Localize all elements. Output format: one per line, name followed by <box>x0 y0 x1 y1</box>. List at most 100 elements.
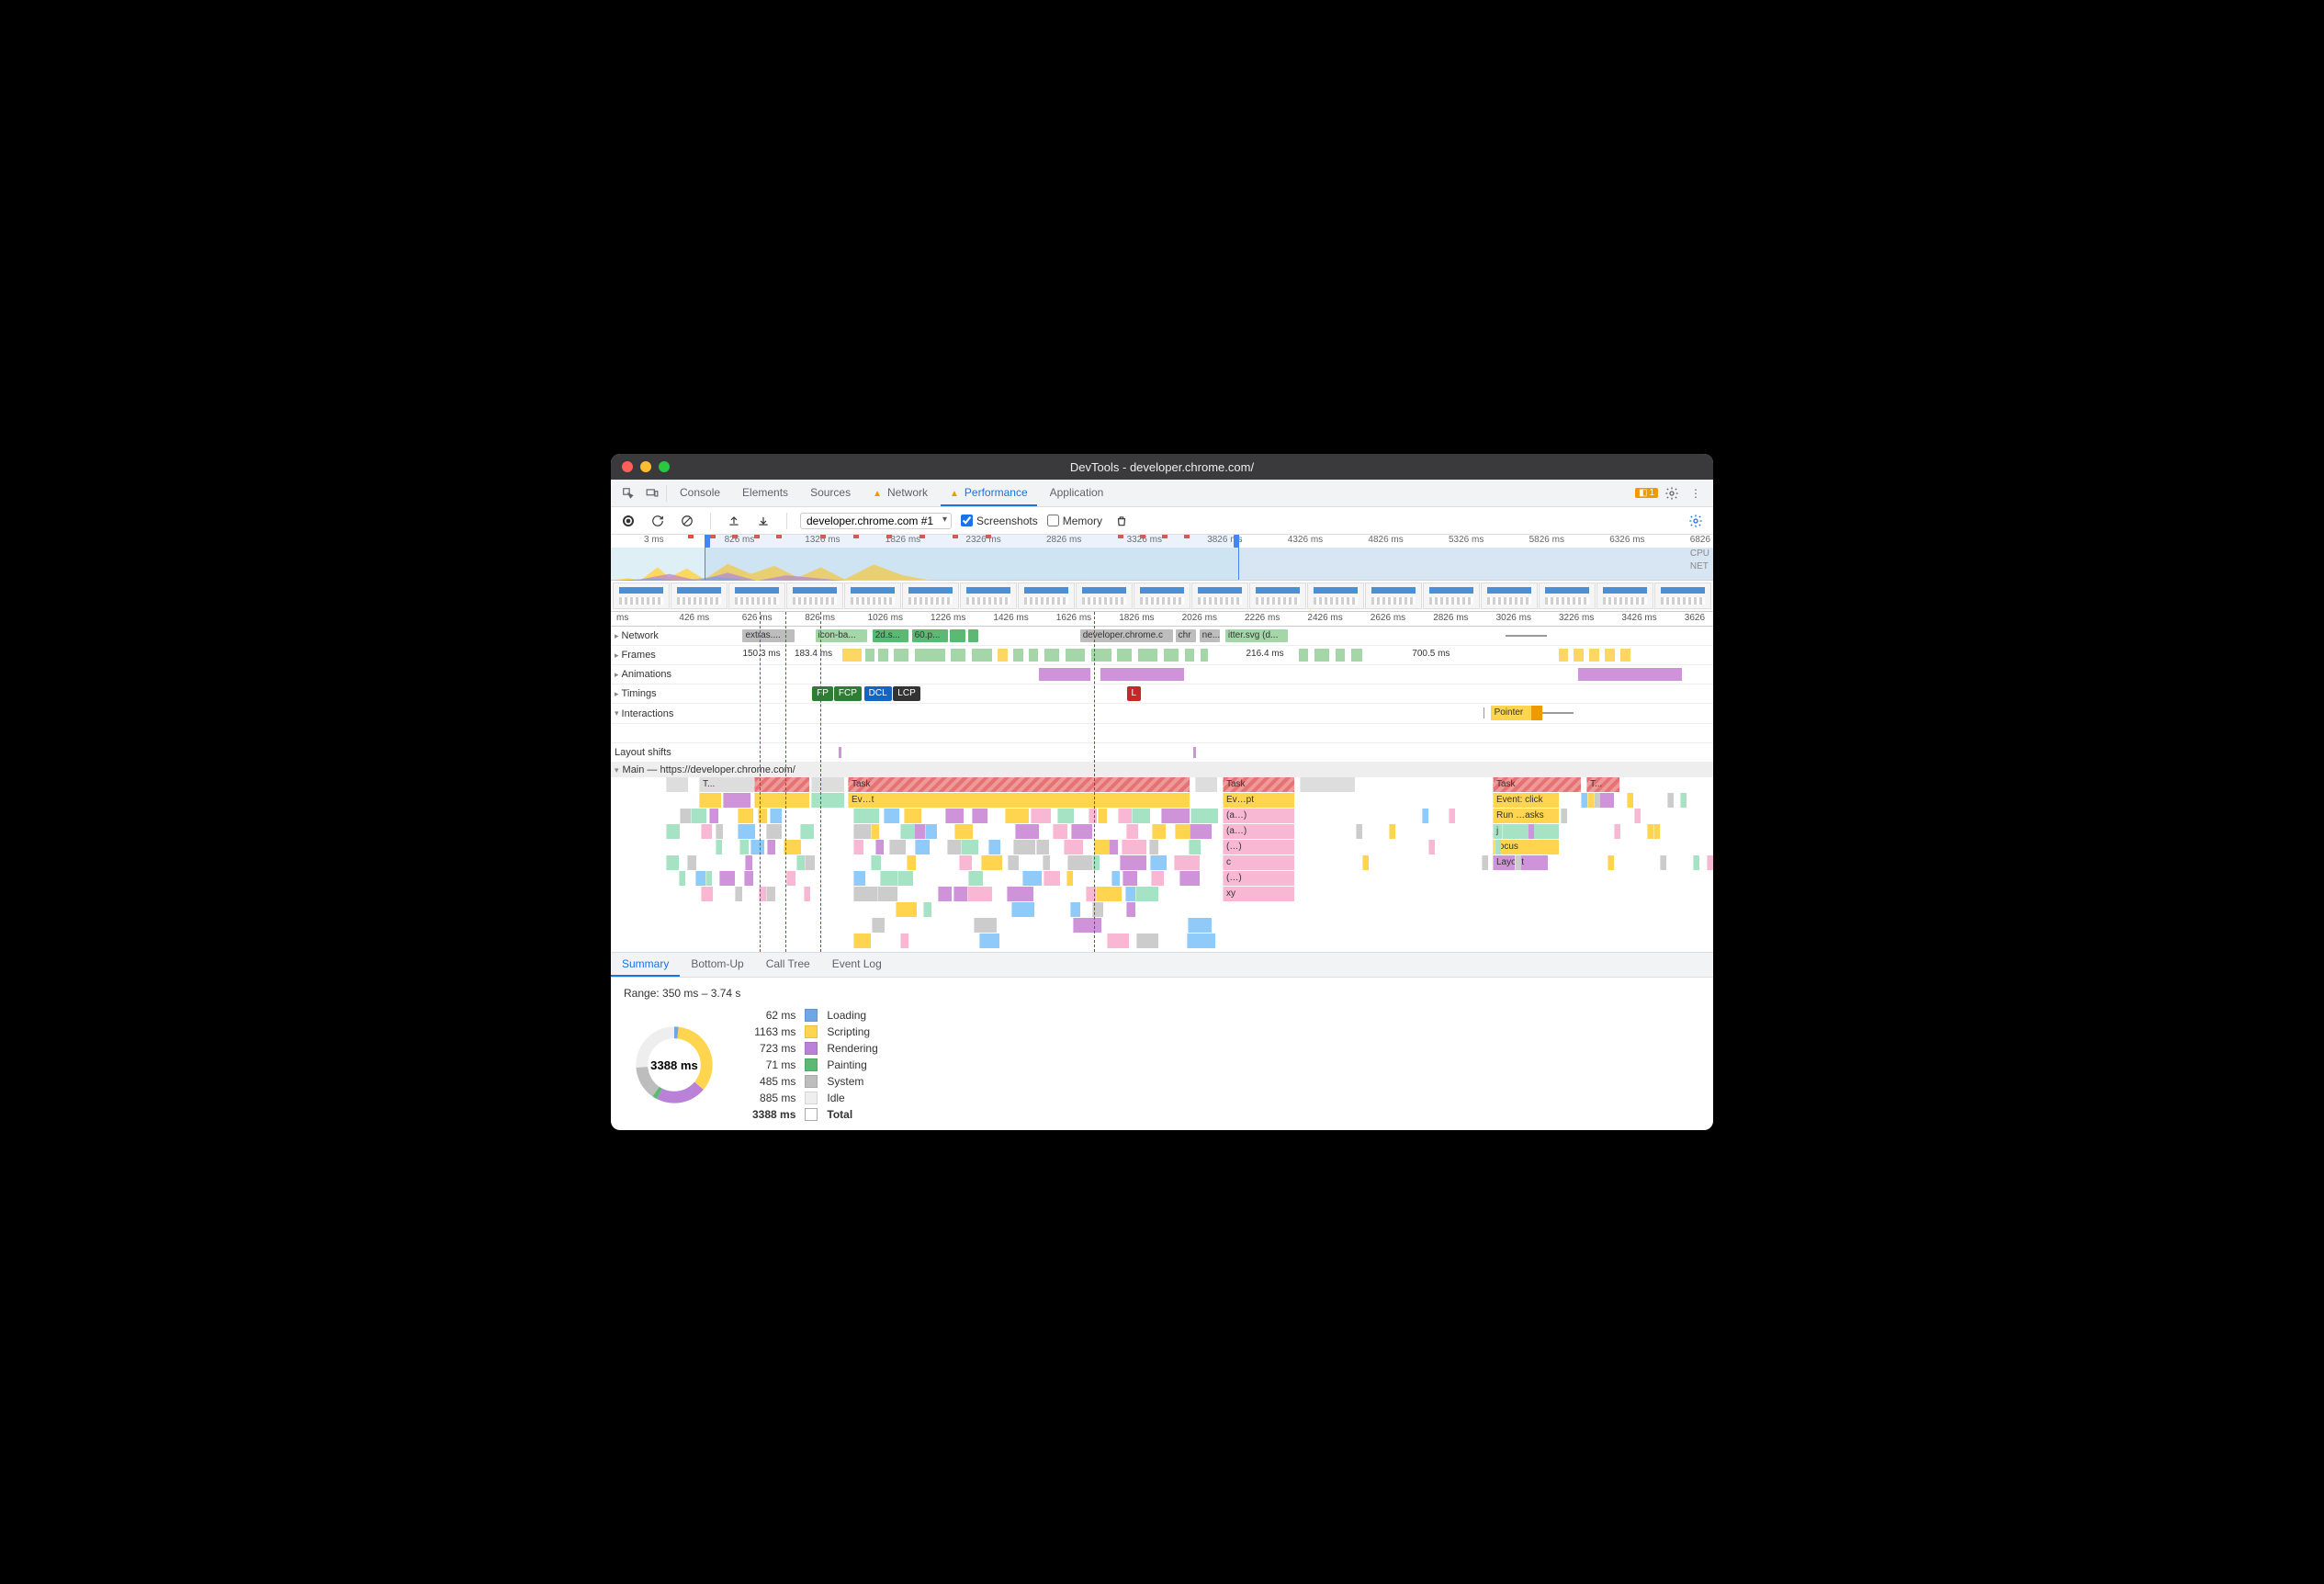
selection-handle-left[interactable] <box>705 535 710 548</box>
pointer-interaction[interactable]: Pointer <box>1491 706 1542 720</box>
interactions-track[interactable]: ▾Interactions Pointer <box>611 704 1713 724</box>
capture-settings-icon[interactable] <box>1686 511 1706 531</box>
timing-badge-fp[interactable]: FP <box>812 686 833 701</box>
details-tab-summary[interactable]: Summary <box>611 953 680 977</box>
issues-count: 1 <box>1649 488 1654 498</box>
overview-selection[interactable] <box>705 535 1239 580</box>
screenshot-thumb[interactable] <box>613 583 670 609</box>
screenshots-checkbox[interactable] <box>961 515 973 526</box>
timing-badge-lcp[interactable]: LCP <box>893 686 919 701</box>
screenshot-thumb[interactable] <box>1191 583 1248 609</box>
issues-badge[interactable]: ◧1 <box>1635 488 1658 498</box>
more-menu-icon[interactable]: ⋮ <box>1686 483 1706 503</box>
screenshot-thumb[interactable] <box>1481 583 1538 609</box>
flame-chart[interactable]: T... Task Task Task T... Ev…t Ev…pt Even… <box>611 777 1713 952</box>
flame-event-click[interactable]: Event: click <box>1493 793 1559 808</box>
flame-event[interactable]: Ev…t <box>848 793 1190 808</box>
save-profile-icon[interactable] <box>753 511 773 531</box>
flame-task[interactable]: Task <box>1223 777 1294 792</box>
network-request[interactable]: chr <box>1176 629 1197 642</box>
tab-application[interactable]: Application <box>1041 480 1113 506</box>
network-request[interactable] <box>950 629 965 642</box>
network-track-label: Network <box>622 630 659 641</box>
tab-network[interactable]: Network <box>863 480 937 506</box>
screenshot-thumb[interactable] <box>1423 583 1480 609</box>
screenshot-thumb[interactable] <box>1539 583 1596 609</box>
details-tab-bottom-up[interactable]: Bottom-Up <box>680 953 754 977</box>
overview-pane[interactable]: 3 ms826 ms1326 ms1826 ms2326 ms2826 ms33… <box>611 535 1713 581</box>
details-tab-event-log[interactable]: Event Log <box>821 953 893 977</box>
network-request[interactable]: 60.p... <box>912 629 949 642</box>
recording-select[interactable]: developer.chrome.com #1 <box>800 513 952 529</box>
legend-name: Scripting <box>827 1025 877 1038</box>
legend-swatch <box>805 1108 818 1121</box>
details-tab-call-tree[interactable]: Call Tree <box>755 953 821 977</box>
device-toggle-icon[interactable] <box>642 483 662 503</box>
tab-console[interactable]: Console <box>671 480 729 506</box>
inspect-element-icon[interactable] <box>618 483 638 503</box>
selection-handle-right[interactable] <box>1234 535 1239 548</box>
screenshot-thumb[interactable] <box>902 583 959 609</box>
timing-badge-dcl[interactable]: DCL <box>864 686 892 701</box>
screenshot-thumb[interactable] <box>1596 583 1653 609</box>
flame-task[interactable]: Task <box>1493 777 1581 792</box>
reload-record-button[interactable] <box>648 511 668 531</box>
screenshot-thumb[interactable] <box>1076 583 1133 609</box>
screenshot-thumb[interactable] <box>1654 583 1711 609</box>
timing-badge-fcp[interactable]: FCP <box>834 686 862 701</box>
legend-name: Loading <box>827 1009 877 1022</box>
network-request[interactable]: itter.svg (d... <box>1225 629 1288 642</box>
network-request[interactable]: extras.... <box>742 629 795 642</box>
screenshot-thumb[interactable] <box>786 583 843 609</box>
summary-panel: Range: 350 ms – 3.74 s 3388 ms 62 msLoad… <box>611 978 1713 1130</box>
frames-track[interactable]: ▸Frames 150.3 ms 183.4 ms 216.4 ms 700.5… <box>611 646 1713 665</box>
main-thread-label: Main — https://developer.chrome.com/ <box>623 764 795 775</box>
legend-ms: 723 ms <box>752 1042 795 1055</box>
screenshot-thumb[interactable] <box>960 583 1017 609</box>
timings-track[interactable]: ▸Timings FPFCPDCLLCPL <box>611 685 1713 704</box>
screenshots-strip[interactable] <box>611 581 1713 612</box>
settings-gear-icon[interactable] <box>1662 483 1682 503</box>
donut-center-label: 3388 ms <box>650 1058 698 1072</box>
tab-elements[interactable]: Elements <box>733 480 797 506</box>
animations-track[interactable]: ▸Animations <box>611 665 1713 685</box>
gc-button[interactable] <box>1111 511 1132 531</box>
memory-toggle[interactable]: Memory <box>1047 515 1102 527</box>
screenshot-thumb[interactable] <box>1018 583 1075 609</box>
flame-task[interactable]: Task <box>848 777 1190 792</box>
timing-badge-l[interactable]: L <box>1127 686 1142 701</box>
animations-track-label: Animations <box>622 669 671 680</box>
clear-button[interactable] <box>677 511 697 531</box>
tab-performance[interactable]: Performance <box>941 480 1037 506</box>
fcp-marker-line <box>785 612 786 952</box>
legend-name: Painting <box>827 1058 877 1071</box>
panel-tabs: ConsoleElementsSourcesNetworkPerformance… <box>611 480 1713 507</box>
layout-shifts-track[interactable]: Layout shifts <box>611 743 1713 763</box>
main-thread-header[interactable]: ▾Main — https://developer.chrome.com/ <box>611 763 1713 777</box>
network-track[interactable]: ▸Network extras.... icon-ba... 2d.s...60.p… <box>611 627 1713 646</box>
network-request[interactable]: icon-ba... <box>816 629 868 642</box>
screenshot-thumb[interactable] <box>1365 583 1422 609</box>
screenshot-thumb[interactable] <box>1307 583 1364 609</box>
screenshot-thumb[interactable] <box>671 583 728 609</box>
screenshot-thumb[interactable] <box>844 583 901 609</box>
legend-swatch <box>805 1058 818 1071</box>
load-profile-icon[interactable] <box>724 511 744 531</box>
frame-time: 700.5 ms <box>1412 649 1450 659</box>
memory-checkbox[interactable] <box>1047 515 1059 526</box>
collapse-icon[interactable]: ▸ <box>615 631 619 641</box>
network-request[interactable] <box>968 629 978 642</box>
flame-task[interactable]: T... <box>699 777 754 792</box>
frames-track-label: Frames <box>622 650 656 661</box>
screenshots-toggle[interactable]: Screenshots <box>961 515 1038 527</box>
timeline-ruler: ms426 ms626 ms826 ms1026 ms1226 ms1426 m… <box>611 612 1713 627</box>
screenshot-thumb[interactable] <box>728 583 785 609</box>
legend-ms: 485 ms <box>752 1075 795 1088</box>
screenshot-thumb[interactable] <box>1249 583 1306 609</box>
tab-sources[interactable]: Sources <box>801 480 860 506</box>
load-marker-line <box>1094 612 1095 952</box>
network-request[interactable]: 2d.s... <box>873 629 909 642</box>
record-button[interactable] <box>618 511 638 531</box>
network-request[interactable]: ne... <box>1200 629 1221 642</box>
screenshot-thumb[interactable] <box>1134 583 1190 609</box>
